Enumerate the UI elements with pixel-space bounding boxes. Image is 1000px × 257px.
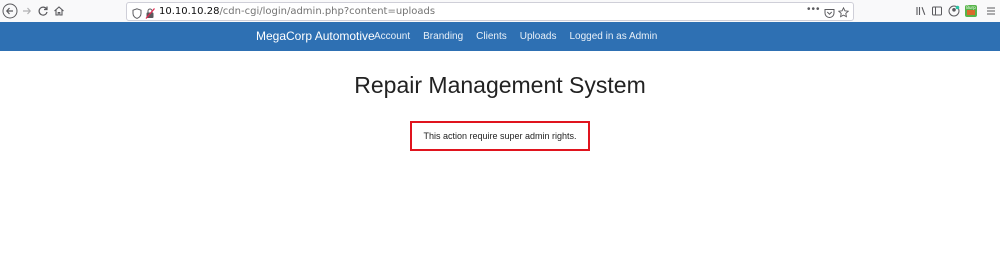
nav-menu: Account Branding Clients Uploads Logged … [374, 22, 657, 51]
brand-link[interactable]: MegaCorp Automotive [256, 22, 375, 51]
browser-toolbar: 10.10.10.28/cdn-cgi/login/admin.php?cont… [0, 0, 1000, 23]
sidebar-icon[interactable] [928, 2, 946, 20]
nav-item-logged-in[interactable]: Logged in as Admin [569, 22, 657, 51]
alert-message: This action require super admin rights. [423, 131, 577, 141]
extension-icon[interactable]: Burp [962, 2, 980, 20]
home-icon[interactable] [50, 2, 68, 20]
account-icon[interactable] [945, 2, 963, 20]
url-text[interactable]: 10.10.10.28/cdn-cgi/login/admin.php?cont… [159, 3, 435, 20]
url-path: /cdn-cgi/login/admin.php?content=uploads [219, 6, 436, 17]
nav-item-branding[interactable]: Branding [423, 22, 463, 51]
alert-box: This action require super admin rights. [410, 121, 590, 151]
svg-text:Burp: Burp [966, 5, 976, 10]
menu-icon[interactable] [982, 2, 1000, 20]
back-icon[interactable] [1, 2, 19, 20]
page-title: Repair Management System [354, 72, 646, 98]
url-bar[interactable]: 10.10.10.28/cdn-cgi/login/admin.php?cont… [126, 2, 854, 21]
bookmark-star-icon[interactable] [837, 5, 850, 23]
nav-item-clients[interactable]: Clients [476, 22, 507, 51]
page-actions-icon[interactable]: ••• [807, 4, 821, 15]
nav-item-account[interactable]: Account [374, 22, 410, 51]
nav-item-uploads[interactable]: Uploads [520, 22, 557, 51]
url-host: 10.10.10.28 [159, 6, 220, 17]
site-navbar: MegaCorp Automotive Account Branding Cli… [0, 22, 1000, 51]
